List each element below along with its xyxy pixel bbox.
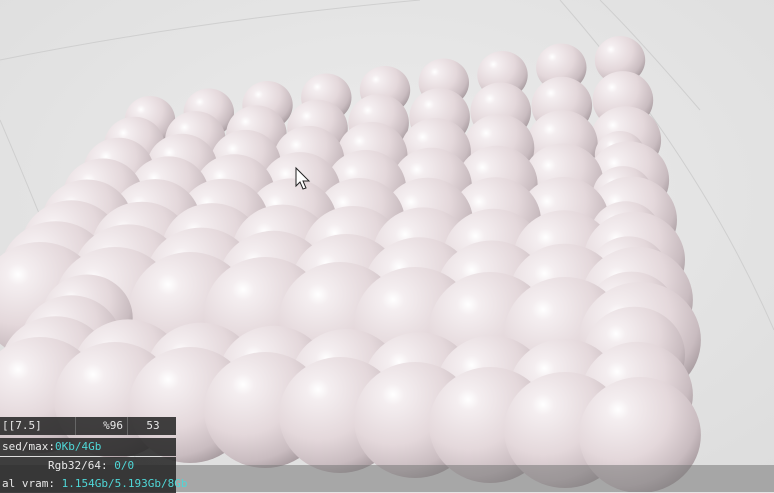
stats-row-vram: al vram: 1.154Gb/5.193Gb/8Gb	[0, 475, 187, 493]
stats-row-rgb: Rgb32/64: 0/0	[0, 457, 176, 475]
stats-row-fps: [[7.5] %96 53	[0, 417, 176, 435]
stats-percent: %96	[76, 417, 128, 435]
rgb-label: Rgb32/64:	[48, 459, 108, 472]
memory-value: 0Kb/4Gb	[54, 440, 102, 453]
vram-value: 1.154Gb/5.193Gb/8Gb	[61, 477, 188, 490]
stats-frame-value: [[7.5]	[0, 417, 76, 435]
memory-label: sed/max:	[2, 440, 55, 453]
rgb-value: 0/0	[114, 459, 135, 472]
vram-label: al vram:	[2, 477, 55, 490]
stats-row-memory: sed/max:0Kb/4Gb	[0, 438, 176, 456]
stats-count: 53	[146, 419, 160, 432]
